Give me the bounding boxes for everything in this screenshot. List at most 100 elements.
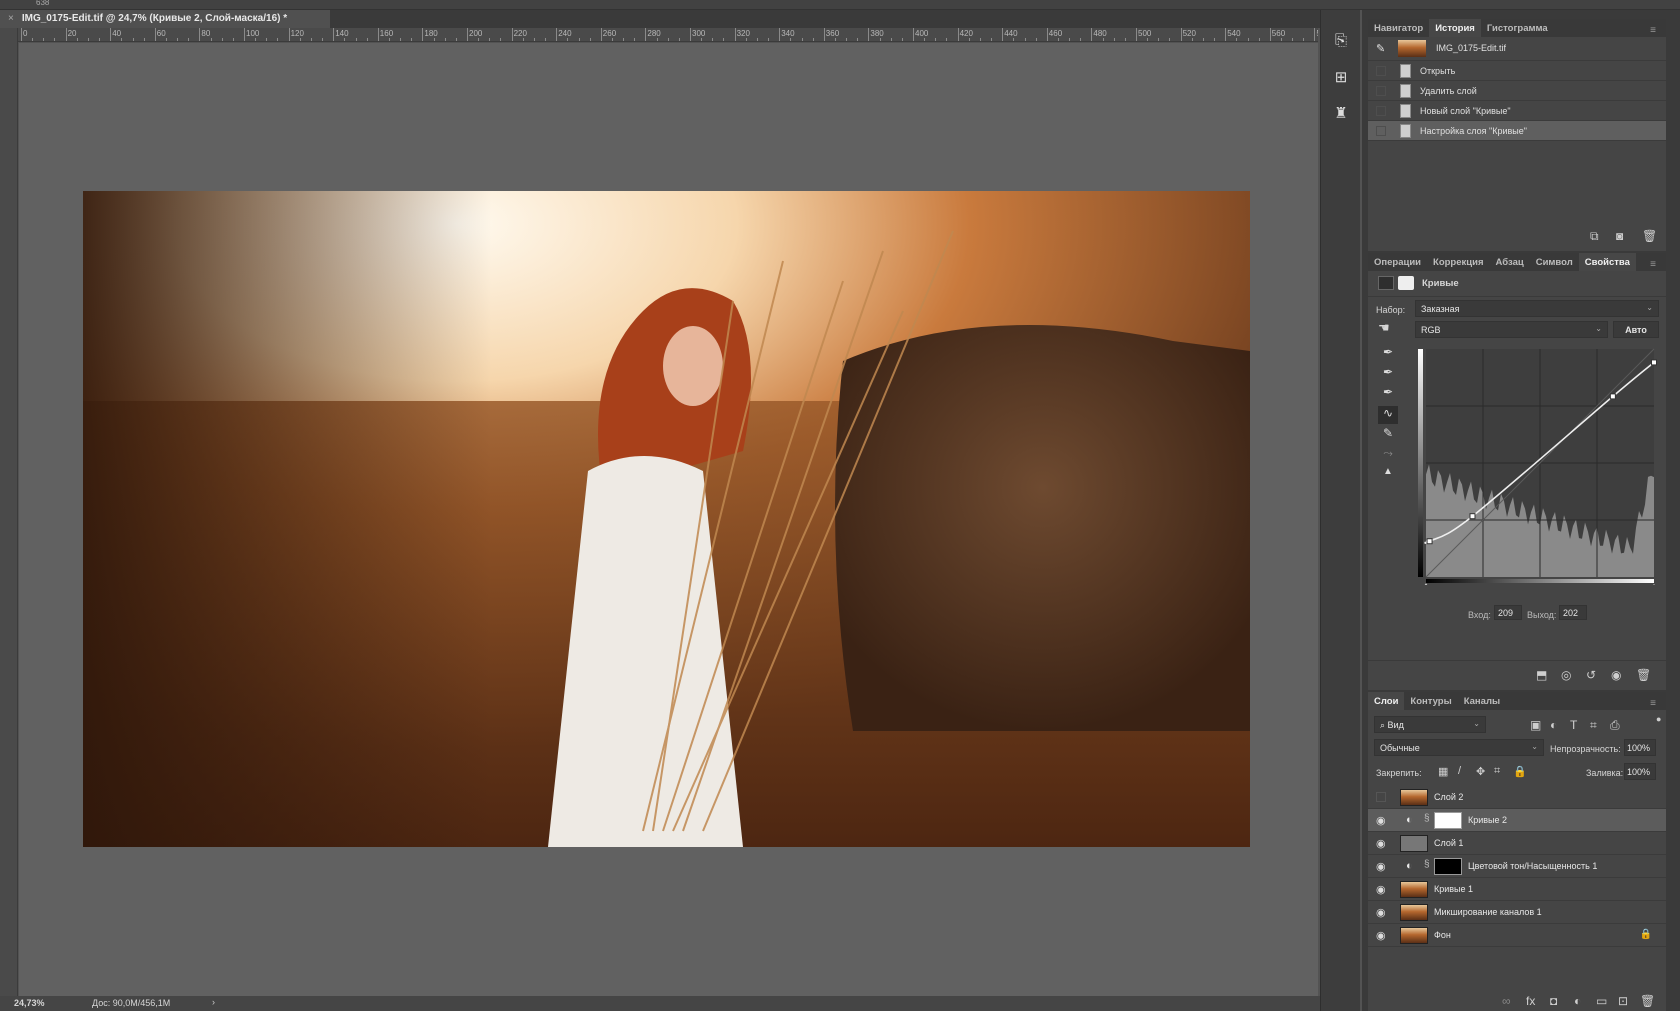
history-checkbox[interactable] [1376, 66, 1386, 76]
filter-shape-icon[interactable]: ⌗ [1590, 718, 1597, 733]
layer-mask-thumbnail[interactable] [1434, 858, 1462, 875]
filter-toggle-icon[interactable]: ● [1656, 714, 1661, 724]
lock-position-icon[interactable]: ✥ [1476, 765, 1485, 778]
input-field[interactable]: 209 [1494, 605, 1522, 620]
history-checkbox[interactable] [1376, 86, 1386, 96]
filter-adjustment-icon[interactable]: ◐ [1550, 718, 1557, 732]
curve-point[interactable] [1651, 359, 1657, 366]
auto-button[interactable]: Авто [1613, 321, 1659, 338]
layer-row[interactable]: ◉ Кривые 1 [1368, 878, 1666, 901]
curve-point[interactable] [1426, 538, 1433, 545]
tab-layers[interactable]: Слои [1368, 692, 1405, 710]
document-tab[interactable]: × IMG_0175-Edit.tif @ 24,7% (Кривые 2, Сл… [0, 10, 330, 28]
lock-transparency-icon[interactable]: ▦ [1438, 765, 1448, 778]
layer-row[interactable]: ◉ ◐ § Цветовой тон/Насыщенность 1 [1368, 855, 1666, 878]
history-item[interactable]: Настройка слоя "Кривые" [1368, 121, 1666, 141]
history-item[interactable]: Открыть [1368, 61, 1666, 81]
close-icon[interactable]: × [8, 13, 14, 24]
tab-paths[interactable]: Контуры [1404, 692, 1457, 710]
add-mask-icon[interactable]: ◘ [1550, 994, 1557, 1008]
tab-histogram[interactable]: Гистограмма [1481, 19, 1554, 37]
history-item[interactable]: Удалить слой [1368, 81, 1666, 101]
document-image[interactable] [83, 191, 1250, 847]
layer-row[interactable]: ◉ Микширование каналов 1 [1368, 901, 1666, 924]
eye-icon[interactable]: ◉ [1376, 929, 1386, 942]
visibility-off-box[interactable] [1376, 792, 1386, 802]
clipping-warning-icon[interactable]: ▲ [1378, 466, 1398, 484]
layer-row[interactable]: ◉ Фон 🔒 [1368, 924, 1666, 947]
preset-select[interactable]: Заказная ⌄ [1415, 300, 1659, 317]
tab-actions[interactable]: Операции [1368, 253, 1427, 271]
properties-panel-icon[interactable]: ⊞ [1331, 68, 1351, 88]
history-panel-icon[interactable]: ⎘ [1331, 32, 1351, 52]
link-layers-icon[interactable]: ∞ [1502, 994, 1511, 1008]
zoom-level[interactable]: 24,73% [14, 998, 45, 1008]
lock-all-icon[interactable]: 🔒 [1513, 765, 1527, 778]
black-point-eyedropper-icon[interactable]: ✒ [1378, 345, 1398, 363]
history-snapshot[interactable]: ✎ IMG_0175-Edit.tif [1368, 37, 1666, 61]
history-item[interactable]: Новый слой "Кривые" [1368, 101, 1666, 121]
layer-filter-select[interactable]: ⌕ Вид ⌄ [1374, 716, 1486, 733]
pencil-draw-icon[interactable]: ✎ [1378, 426, 1398, 444]
filter-type-icon[interactable]: T [1570, 718, 1577, 732]
layer-row[interactable]: ◉ ◐ § Кривые 2 [1368, 809, 1666, 832]
tab-channels[interactable]: Каналы [1458, 692, 1506, 710]
gray-point-eyedropper-icon[interactable]: ✒ [1378, 365, 1398, 383]
reset-icon[interactable]: ↺ [1586, 668, 1596, 682]
curve-edit-points-icon[interactable]: ∿ [1378, 406, 1398, 424]
white-point-slider[interactable] [1649, 584, 1658, 585]
new-adjustment-layer-icon[interactable]: ◐ [1574, 994, 1581, 1008]
chain-link-icon[interactable]: § [1424, 859, 1430, 870]
history-checkbox[interactable] [1376, 126, 1386, 136]
tab-paragraph[interactable]: Абзац [1490, 253, 1530, 271]
channel-select[interactable]: RGB ⌄ [1415, 321, 1608, 338]
view-previous-state-icon[interactable]: ◎ [1561, 668, 1571, 682]
eye-icon[interactable]: ◉ [1376, 814, 1386, 827]
trash-icon[interactable]: 🗑 [1642, 229, 1657, 243]
smooth-curve-icon[interactable]: ⤳ [1378, 446, 1398, 464]
lock-icon[interactable]: 🔒 [1640, 929, 1652, 940]
lock-artboard-icon[interactable]: ⌗ [1494, 765, 1500, 778]
fill-field[interactable]: 100% [1624, 763, 1656, 780]
layer-row[interactable]: ◉ Слой 1 [1368, 832, 1666, 855]
chain-link-icon[interactable]: § [1424, 813, 1430, 824]
clone-source-icon[interactable]: ♜ [1331, 104, 1351, 124]
new-layer-icon[interactable]: ⊡ [1618, 994, 1628, 1008]
layer-row[interactable]: Слой 2 [1368, 786, 1666, 809]
eye-icon[interactable]: ◉ [1376, 837, 1386, 850]
eye-icon[interactable]: ◉ [1376, 906, 1386, 919]
camera-snapshot-icon[interactable]: ◙ [1616, 229, 1623, 243]
panel-menu-icon[interactable]: ≡ [1644, 694, 1662, 712]
curves-adjustment-icon[interactable] [1378, 276, 1394, 290]
white-point-eyedropper-icon[interactable]: ✒ [1378, 385, 1398, 403]
eye-icon[interactable]: ◉ [1376, 860, 1386, 873]
fx-icon[interactable]: fx [1526, 994, 1535, 1008]
filter-smart-object-icon[interactable]: ⎙ [1610, 718, 1620, 733]
lock-brush-icon[interactable]: / [1458, 765, 1461, 777]
black-point-slider[interactable] [1421, 583, 1431, 585]
new-document-from-state-icon[interactable]: ⧉ [1590, 229, 1599, 244]
blend-mode-select[interactable]: Обычные ⌄ [1374, 739, 1544, 756]
curve-point[interactable] [1609, 393, 1616, 400]
trash-icon[interactable]: 🗑 [1640, 994, 1655, 1008]
opacity-field[interactable]: 100% [1624, 739, 1656, 756]
visibility-eye-icon[interactable]: ◉ [1611, 668, 1621, 682]
curves-graph[interactable] [1418, 345, 1658, 585]
target-adjustment-icon[interactable]: ☚ [1378, 320, 1390, 336]
trash-icon[interactable]: 🗑 [1636, 668, 1651, 682]
mask-icon[interactable] [1398, 276, 1414, 290]
output-field[interactable]: 202 [1559, 605, 1587, 620]
new-group-icon[interactable]: ▭ [1596, 994, 1607, 1008]
history-checkbox[interactable] [1376, 106, 1386, 116]
status-menu-arrow[interactable]: › [212, 997, 215, 1007]
curve-point[interactable] [1469, 513, 1476, 520]
tab-adjustments[interactable]: Коррекция [1427, 253, 1489, 271]
clip-to-layer-icon[interactable]: ⬒ [1536, 668, 1547, 682]
eye-icon[interactable]: ◉ [1376, 883, 1386, 896]
layer-mask-thumbnail[interactable] [1434, 812, 1462, 829]
tab-history[interactable]: История [1429, 19, 1481, 37]
filter-pixel-icon[interactable]: ▣ [1530, 718, 1541, 732]
tab-properties[interactable]: Свойства [1578, 253, 1636, 271]
tab-character[interactable]: Символ [1530, 253, 1579, 271]
tab-navigator[interactable]: Навигатор [1368, 19, 1429, 37]
